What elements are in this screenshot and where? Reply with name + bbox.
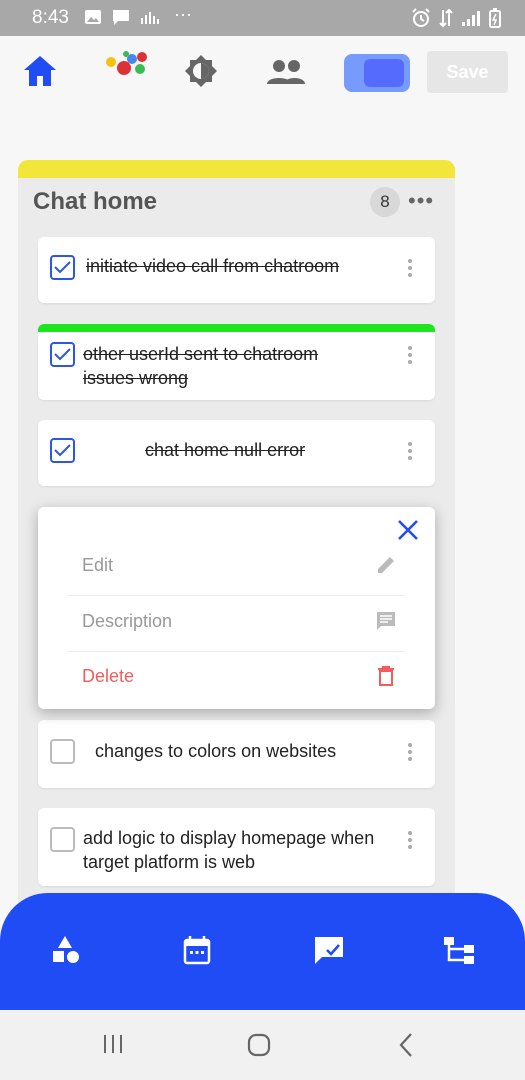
task-checkbox[interactable] [50, 827, 75, 852]
task-menu-button[interactable] [407, 442, 413, 460]
tree-icon[interactable] [443, 935, 475, 965]
battery-icon [489, 8, 501, 28]
board-color-stripe [18, 160, 455, 178]
recent-apps-icon[interactable] [101, 1032, 125, 1056]
shapes-icon[interactable] [51, 935, 81, 965]
task-menu-button[interactable] [407, 831, 413, 849]
menu-item-label: Delete [82, 666, 135, 686]
task-menu-button[interactable] [407, 743, 413, 761]
system-navigation-bar [0, 1010, 525, 1080]
task-checkbox[interactable] [50, 342, 75, 367]
task-menu-button[interactable] [407, 346, 413, 364]
view-toggle[interactable] [344, 54, 410, 92]
task-label: chat home null error [145, 440, 306, 460]
toggle-knob [364, 59, 404, 87]
menu-item-delete[interactable]: Delete [68, 650, 405, 706]
task-label: changes to colors on websites [95, 741, 337, 761]
message-icon [113, 10, 129, 25]
data-arrows-icon [439, 8, 453, 28]
task-context-menu: Edit Description Delete [38, 507, 435, 709]
home-icon[interactable] [22, 54, 58, 88]
task-card[interactable]: other userId sent to chatroom issues wro… [38, 324, 435, 400]
pencil-icon [378, 557, 394, 573]
top-toolbar: Save [0, 36, 525, 112]
task-checkbox[interactable] [50, 438, 75, 463]
task-menu-button[interactable] [407, 259, 413, 277]
signal-icon [462, 11, 480, 26]
trash-icon [378, 666, 394, 686]
task-label: add logic to display homepage when targe… [83, 828, 375, 872]
task-card[interactable]: add logic to display homepage when targe… [38, 808, 435, 886]
menu-item-description[interactable]: Description [68, 595, 405, 651]
task-label: initiate video call from chatroom [86, 256, 340, 276]
checkmark-icon [54, 261, 71, 274]
board-title: Chat home [33, 188, 158, 215]
save-button[interactable]: Save [427, 51, 508, 93]
status-time: 8:43 [32, 7, 69, 28]
task-card[interactable]: changes to colors on websites [38, 720, 435, 788]
checkmark-icon [54, 348, 71, 361]
bottom-navigation [0, 893, 525, 1010]
task-color-stripe [38, 324, 435, 332]
brightness-icon[interactable] [184, 54, 218, 88]
equalizer-icon [141, 12, 159, 24]
calendar-icon[interactable] [183, 935, 211, 965]
menu-item-label: Description [82, 611, 173, 631]
board-more-button[interactable]: ••• [408, 188, 434, 214]
back-icon[interactable] [396, 1032, 416, 1058]
task-card[interactable]: initiate video call from chatroom [38, 237, 435, 303]
status-bar: 8:43 ··· [0, 0, 525, 36]
google-assistant-icon[interactable] [104, 50, 148, 80]
chat-check-icon[interactable] [313, 935, 345, 965]
task-checkbox[interactable] [50, 255, 75, 280]
task-count-badge: 8 [370, 187, 400, 217]
checkmark-icon [54, 444, 71, 457]
comment-icon [377, 612, 395, 630]
people-icon[interactable] [266, 58, 306, 86]
more-notifications: ··· [174, 4, 192, 24]
alarm-icon [412, 8, 430, 27]
menu-item-label: Edit [82, 555, 114, 575]
home-button-icon[interactable] [246, 1032, 272, 1058]
task-card[interactable]: chat home null error [38, 420, 435, 486]
task-label: other userId sent to chatroom issues wro… [83, 344, 319, 388]
image-icon [85, 10, 101, 24]
task-checkbox[interactable] [50, 739, 75, 764]
menu-item-edit[interactable]: Edit [68, 539, 405, 595]
